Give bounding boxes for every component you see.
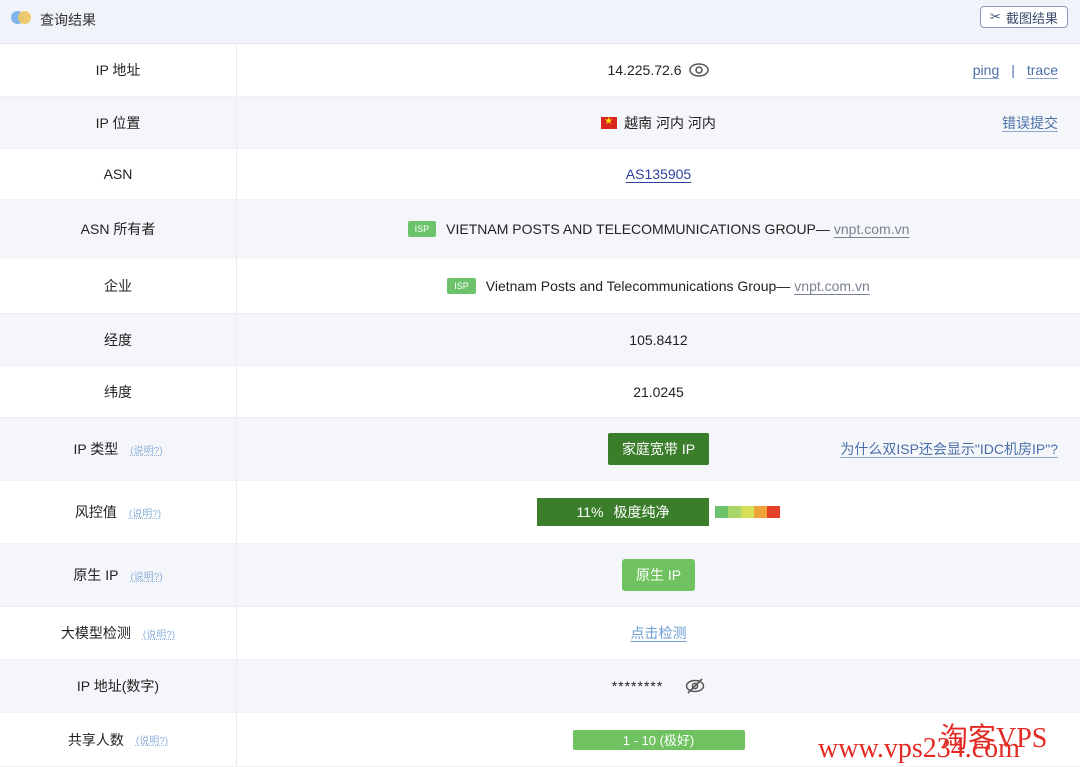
help-link[interactable]: (说明?) — [143, 626, 175, 641]
row-label: 经度 — [0, 314, 237, 365]
logo-icon — [11, 11, 33, 25]
result-header: 查询结果 ✂ 截图结果 — [0, 0, 1080, 44]
domain-link[interactable]: vnpt.com.vn — [834, 221, 909, 237]
help-link[interactable]: (说明?) — [130, 568, 162, 583]
domain-link[interactable]: vnpt.com.vn — [794, 278, 869, 294]
risk-scale-segment — [715, 506, 728, 518]
row-company: 企业 ISP Vietnam Posts and Telecommunicati… — [0, 258, 1080, 314]
page-title: 查询结果 — [40, 12, 96, 28]
row-asn: ASN AS135905 — [0, 149, 1080, 200]
isp-badge: ISP — [447, 277, 476, 294]
row-label: IP 地址(数字) — [0, 660, 237, 712]
row-label: 风控值 — [74, 504, 117, 520]
risk-scale-segment — [767, 506, 780, 518]
ping-link[interactable]: ping — [973, 62, 999, 78]
risk-score-bar: 11% 极度纯净 — [537, 498, 709, 526]
link-separator: | — [1011, 62, 1015, 78]
masked-ip-value: ******** — [611, 678, 664, 694]
isp-badge: ISP — [407, 220, 437, 237]
help-link[interactable]: (说明?) — [129, 505, 161, 520]
dual-isp-explain-link[interactable]: 为什么双ISP还会显示"IDC机房IP"? — [840, 439, 1058, 459]
row-label: 企业 — [0, 258, 237, 313]
help-link[interactable]: (说明?) — [130, 442, 162, 457]
row-ip-address: IP 地址 14.225.72.6 ping | trace — [0, 44, 1080, 97]
screenshot-button[interactable]: ✂ 截图结果 — [980, 6, 1068, 28]
row-ip-type: IP 类型 (说明?) 家庭宽带 IP 为什么双ISP还会显示"IDC机房IP"… — [0, 418, 1080, 481]
row-label: IP 类型 — [73, 441, 119, 457]
vietnam-flag-icon — [601, 115, 618, 129]
llm-detect-link[interactable]: 点击检测 — [631, 623, 687, 643]
row-native-ip: 原生 IP (说明?) 原生 IP — [0, 544, 1080, 607]
row-label: ASN — [0, 149, 237, 199]
risk-scale — [715, 506, 780, 518]
row-ip-numeric: IP 地址(数字) ******** — [0, 660, 1080, 713]
eye-icon[interactable] — [689, 63, 710, 77]
native-ip-badge: 原生 IP — [621, 559, 696, 591]
location-value: 越南 河内 河内 — [624, 114, 716, 131]
latitude-value: 21.0245 — [633, 383, 684, 400]
eye-off-icon[interactable] — [685, 678, 705, 694]
row-label: 纬度 — [0, 366, 237, 417]
risk-scale-segment — [754, 506, 767, 518]
scissors-icon: ✂ — [990, 9, 1001, 24]
ip-value: 14.225.72.6 — [607, 62, 682, 78]
row-latitude: 纬度 21.0245 — [0, 366, 1080, 418]
help-link[interactable]: (说明?) — [136, 732, 168, 747]
row-longitude: 经度 105.8412 — [0, 314, 1080, 366]
row-label: 共享人数 — [67, 731, 124, 748]
row-label: IP 位置 — [0, 97, 237, 148]
ip-type-badge: 家庭宽带 IP — [607, 433, 710, 465]
risk-score-percent: 11% — [576, 504, 604, 520]
risk-score-label: 极度纯净 — [613, 504, 670, 520]
row-risk-score: 风控值 (说明?) 11% 极度纯净 — [0, 481, 1080, 544]
row-label: IP 地址 — [0, 44, 237, 96]
row-label: 大模型检测 — [60, 625, 131, 641]
row-ip-location: IP 位置 越南 河内 河内 错误提交 — [0, 97, 1080, 149]
row-llm-detection: 大模型检测 (说明?) 点击检测 — [0, 607, 1080, 660]
row-label: ASN 所有者 — [0, 200, 237, 257]
risk-scale-segment — [741, 506, 754, 518]
report-error-link[interactable]: 错误提交 — [1002, 113, 1058, 133]
asn-owner-value: VIETNAM POSTS AND TELECOMMUNICATIONS GRO… — [446, 220, 830, 237]
watermark-url: www.vps234.com — [818, 733, 1020, 764]
asn-link[interactable]: AS135905 — [626, 166, 691, 182]
company-value: Vietnam Posts and Telecommunications Gro… — [485, 277, 791, 294]
row-label: 原生 IP — [73, 567, 119, 583]
longitude-value: 105.8412 — [629, 331, 688, 348]
trace-link[interactable]: trace — [1027, 62, 1058, 78]
shared-users-bar: 1 - 10 (极好) — [572, 729, 745, 750]
risk-scale-segment — [728, 506, 741, 518]
row-asn-owner: ASN 所有者 ISP VIETNAM POSTS AND TELECOMMUN… — [0, 200, 1080, 258]
